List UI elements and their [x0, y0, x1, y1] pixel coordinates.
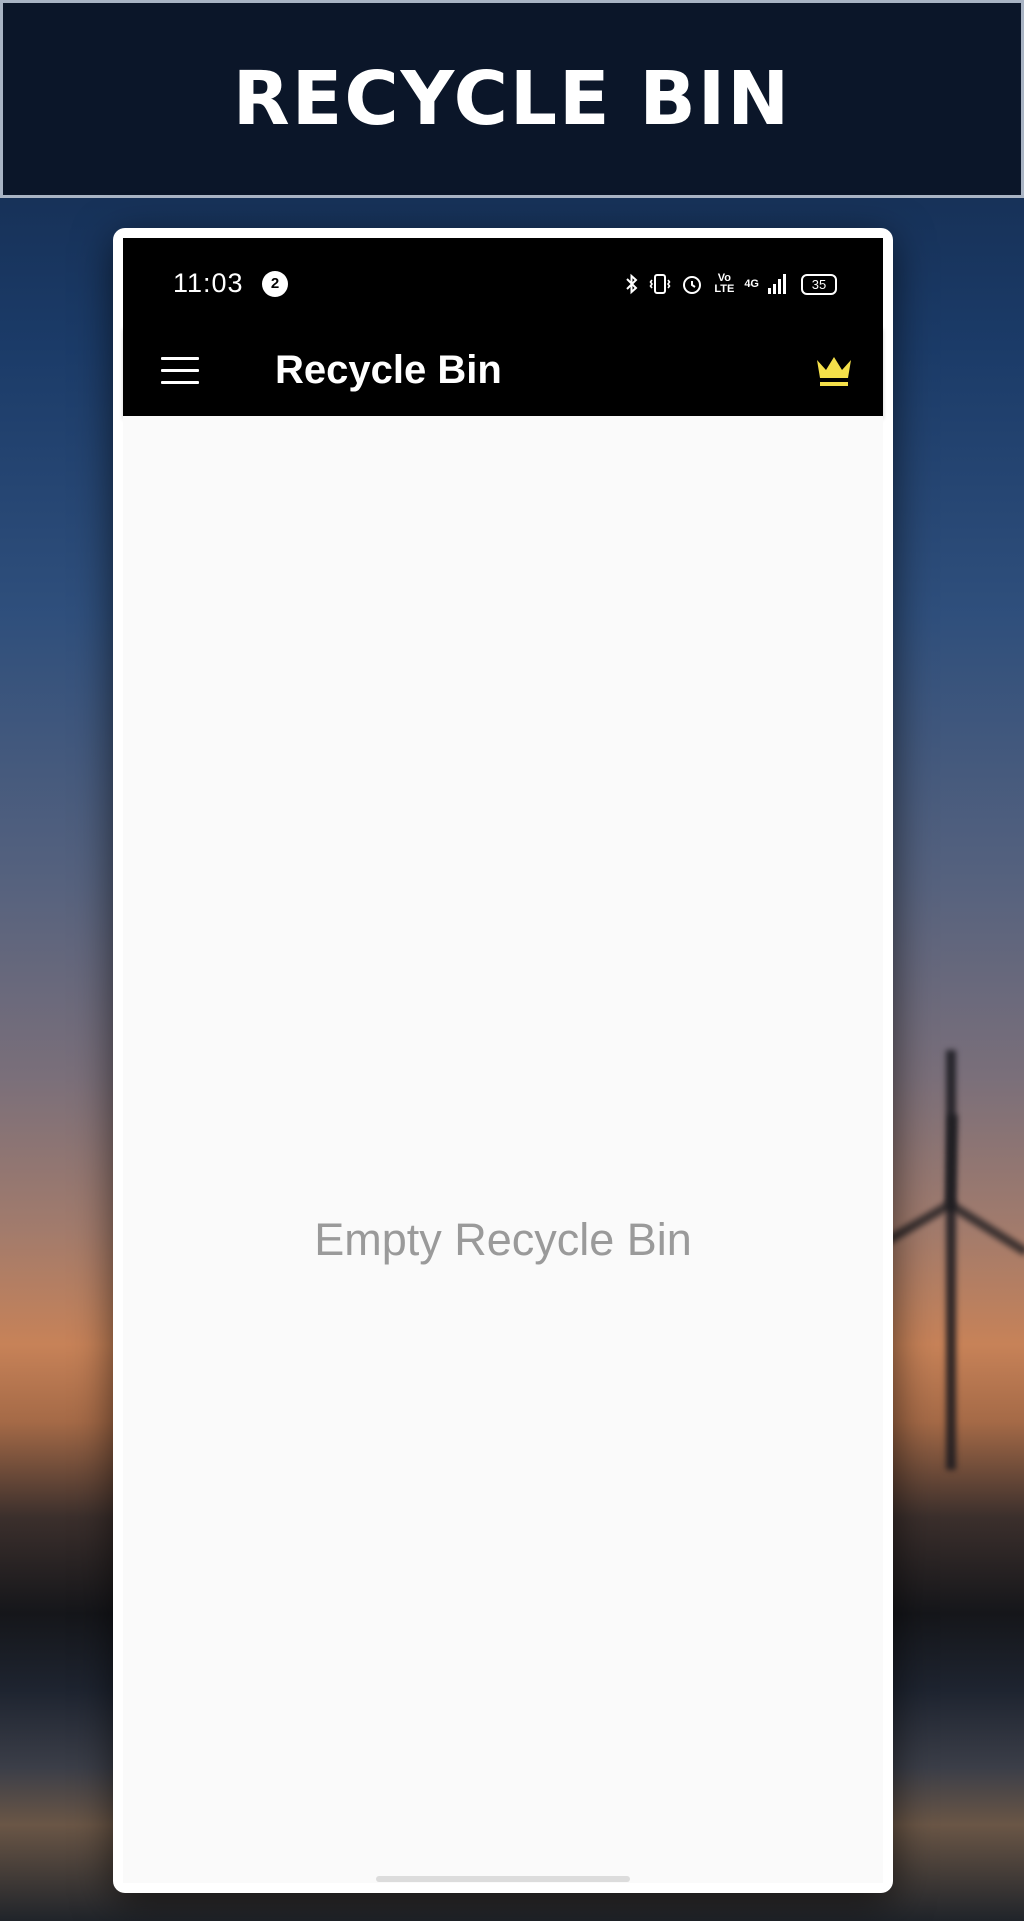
volte-label-bottom: LTE: [714, 283, 735, 295]
page-background: RECYCLE BIN 11:03 2 Vo LTE 4G 35 Recycle…: [0, 0, 1024, 1921]
alarm-icon: [680, 272, 704, 296]
battery-icon: 35: [801, 273, 837, 295]
turbine-blade-decoration: [947, 1200, 1024, 1257]
status-bar: 11:03 2 Vo LTE 4G 35: [123, 238, 883, 326]
banner-title: RECYCLE BIN: [232, 56, 792, 142]
app-bar: Recycle Bin: [123, 326, 883, 416]
network-type-label: 4G: [744, 278, 759, 290]
empty-state-message: Empty Recycle Bin: [314, 1214, 692, 1265]
status-icons: Vo LTE 4G 35: [624, 270, 837, 298]
bluetooth-icon: [624, 272, 640, 296]
home-indicator[interactable]: [376, 1876, 630, 1882]
phone-screen: 11:03 2 Vo LTE 4G 35 Recycle Bin Empty R…: [113, 228, 893, 1893]
notification-count-badge: 2: [262, 271, 288, 297]
volte-icon: Vo LTE: [712, 273, 736, 295]
promo-banner: RECYCLE BIN: [0, 0, 1024, 198]
vibrate-icon: [648, 272, 672, 296]
recycle-bin-list: Empty Recycle Bin: [123, 416, 883, 1883]
app-title: Recycle Bin: [275, 348, 502, 392]
turbine-decoration: [946, 1050, 956, 1470]
hamburger-menu-icon[interactable]: [159, 352, 201, 390]
status-time: 11:03: [173, 268, 244, 298]
crown-icon[interactable]: [813, 352, 855, 390]
signal-icon: [767, 273, 787, 295]
